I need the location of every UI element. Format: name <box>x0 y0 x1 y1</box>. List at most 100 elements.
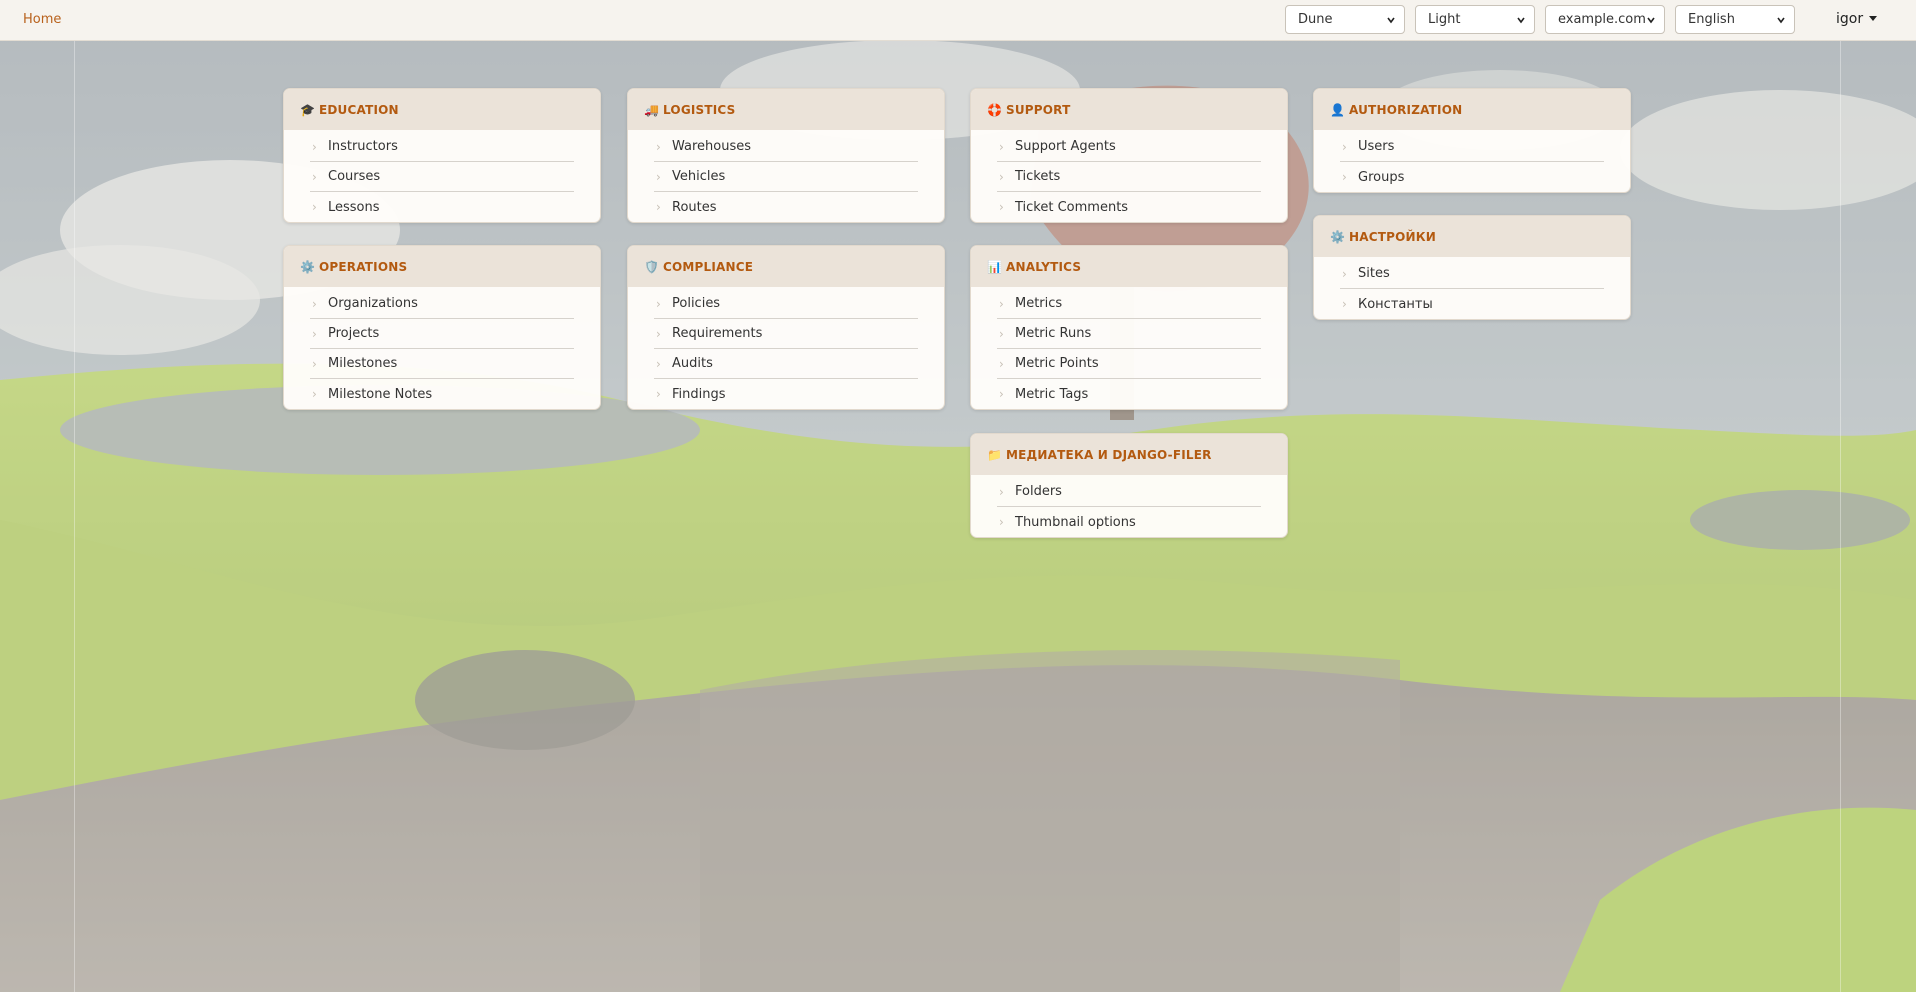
module-title: OPERATIONS <box>319 259 408 274</box>
home-link[interactable]: Home <box>23 12 61 27</box>
lifebuoy-icon: 🛟 <box>987 102 1003 117</box>
module-link-instructors[interactable]: › Instructors <box>310 132 574 162</box>
chevron-right-icon: › <box>999 387 1004 401</box>
module-analytics: 📊 ANALYTICS › Metrics › Metric Runs › Metri… <box>970 245 1288 410</box>
module-link-projects[interactable]: › Projects <box>310 319 574 349</box>
chevron-right-icon: › <box>1342 139 1347 154</box>
chevron-down-icon <box>1517 17 1525 24</box>
module-link-policies[interactable]: › Policies <box>654 289 918 319</box>
mode-select[interactable]: Light <box>1415 5 1535 34</box>
user-name: igor <box>1836 11 1864 27</box>
module-compliance: 🛡️ COMPLIANCE › Policies › Requirements › A… <box>627 245 945 410</box>
module-title: SUPPORT <box>1006 102 1071 117</box>
module-link-organizations[interactable]: › Organizations <box>310 289 574 319</box>
module-link-metric-points[interactable]: › Metric Points <box>997 349 1261 379</box>
chevron-right-icon: › <box>312 356 317 371</box>
module-link-courses[interactable]: › Courses <box>310 162 574 192</box>
module-link-sites[interactable]: › Sites <box>1340 259 1604 289</box>
module-link-thumbnail-options[interactable]: › Thumbnail options <box>997 507 1261 537</box>
module-link-constants[interactable]: › Константы <box>1340 289 1604 319</box>
module-link-metrics[interactable]: › Metrics <box>997 289 1261 319</box>
module-link-routes[interactable]: › Routes <box>654 192 918 222</box>
site-select[interactable]: example.com <box>1545 5 1665 34</box>
module-logistics: 🚚 LOGISTICS › Warehouses › Vehicles › Route… <box>627 88 945 223</box>
module-authorization: 👤 AUTHORIZATION › Users › Groups <box>1313 88 1631 193</box>
gear-icon: ⚙️ <box>300 259 316 274</box>
module-header: 🛟 SUPPORT <box>971 89 1287 130</box>
chevron-right-icon: › <box>1342 170 1347 184</box>
module-header: 🛡️ COMPLIANCE <box>628 246 944 287</box>
module-link-findings[interactable]: › Findings <box>654 379 918 409</box>
chevron-right-icon: › <box>999 356 1004 371</box>
module-link-support-agents[interactable]: › Support Agents <box>997 132 1261 162</box>
module-link-lessons[interactable]: › Lessons <box>310 192 574 222</box>
link-label: Metrics <box>1015 296 1063 311</box>
chevron-right-icon: › <box>999 484 1004 499</box>
chevron-right-icon: › <box>656 387 661 401</box>
module-support: 🛟 SUPPORT › Support Agents › Tickets › Tick… <box>970 88 1288 223</box>
module-link-folders[interactable]: › Folders <box>997 477 1261 507</box>
chevron-right-icon: › <box>999 515 1004 529</box>
module-title: AUTHORIZATION <box>1349 102 1463 117</box>
module-link-metric-runs[interactable]: › Metric Runs <box>997 319 1261 349</box>
link-label: Tickets <box>1015 169 1061 184</box>
link-label: Milestones <box>328 356 398 371</box>
shield-icon: 🛡️ <box>644 259 660 274</box>
mode-select-value: Light <box>1428 12 1461 27</box>
module-header: 🎓 EDUCATION <box>284 89 600 130</box>
module-link-vehicles[interactable]: › Vehicles <box>654 162 918 192</box>
module-link-requirements[interactable]: › Requirements <box>654 319 918 349</box>
link-label: Findings <box>672 386 726 402</box>
chevron-right-icon: › <box>656 139 661 154</box>
chevron-right-icon: › <box>999 326 1004 341</box>
link-label: Audits <box>672 356 713 371</box>
module-link-metric-tags[interactable]: › Metric Tags <box>997 379 1261 409</box>
chevron-right-icon: › <box>312 200 317 214</box>
chevron-right-icon: › <box>999 139 1004 154</box>
link-label: Routes <box>672 199 717 215</box>
link-label: Ticket Comments <box>1015 199 1129 215</box>
module-link-tickets[interactable]: › Tickets <box>997 162 1261 192</box>
chevron-right-icon: › <box>999 200 1004 214</box>
truck-icon: 🚚 <box>644 102 660 117</box>
module-link-groups[interactable]: › Groups <box>1340 162 1604 192</box>
link-label: Sites <box>1358 266 1390 281</box>
link-label: Milestone Notes <box>328 386 433 402</box>
link-label: Lessons <box>328 199 380 215</box>
chevron-right-icon: › <box>312 387 317 401</box>
module-title: ANALYTICS <box>1006 259 1082 274</box>
module-link-milestone-notes[interactable]: › Milestone Notes <box>310 379 574 409</box>
link-label: Courses <box>328 169 381 184</box>
chevron-right-icon: › <box>656 296 661 311</box>
link-label: Metric Points <box>1015 356 1099 371</box>
module-link-warehouses[interactable]: › Warehouses <box>654 132 918 162</box>
link-label: Vehicles <box>672 169 726 184</box>
chevron-right-icon: › <box>999 296 1004 311</box>
module-title: LOGISTICS <box>663 102 736 117</box>
link-label: Instructors <box>328 139 398 154</box>
module-link-ticket-comments[interactable]: › Ticket Comments <box>997 192 1261 222</box>
site-select-value: example.com <box>1558 12 1646 27</box>
module-operations: ⚙️ OPERATIONS › Organizations › Projects ›… <box>283 245 601 410</box>
top-bar: Home Dune Light example.com English igor <box>0 0 1916 41</box>
content-edge-right <box>1840 41 1841 992</box>
link-label: Warehouses <box>672 139 752 154</box>
chevron-right-icon: › <box>656 356 661 371</box>
module-education: 🎓 EDUCATION › Instructors › Courses › Lesso… <box>283 88 601 223</box>
bar-chart-icon: 📊 <box>987 259 1003 274</box>
link-label: Metric Tags <box>1015 386 1089 402</box>
chevron-down-icon <box>1387 17 1395 24</box>
module-title: EDUCATION <box>319 102 399 117</box>
user-icon: 👤 <box>1330 102 1346 117</box>
link-label: Thumbnail options <box>1015 514 1136 530</box>
module-header: 📊 ANALYTICS <box>971 246 1287 287</box>
user-menu[interactable]: igor <box>1836 11 1878 27</box>
module-link-audits[interactable]: › Audits <box>654 349 918 379</box>
language-select[interactable]: English <box>1675 5 1795 34</box>
theme-select[interactable]: Dune <box>1285 5 1405 34</box>
module-link-milestones[interactable]: › Milestones <box>310 349 574 379</box>
module-link-users[interactable]: › Users <box>1340 132 1604 162</box>
module-header: ⚙️ НАСТРОЙКИ <box>1314 216 1630 257</box>
module-title: НАСТРОЙКИ <box>1349 229 1437 244</box>
chevron-right-icon: › <box>999 169 1004 184</box>
